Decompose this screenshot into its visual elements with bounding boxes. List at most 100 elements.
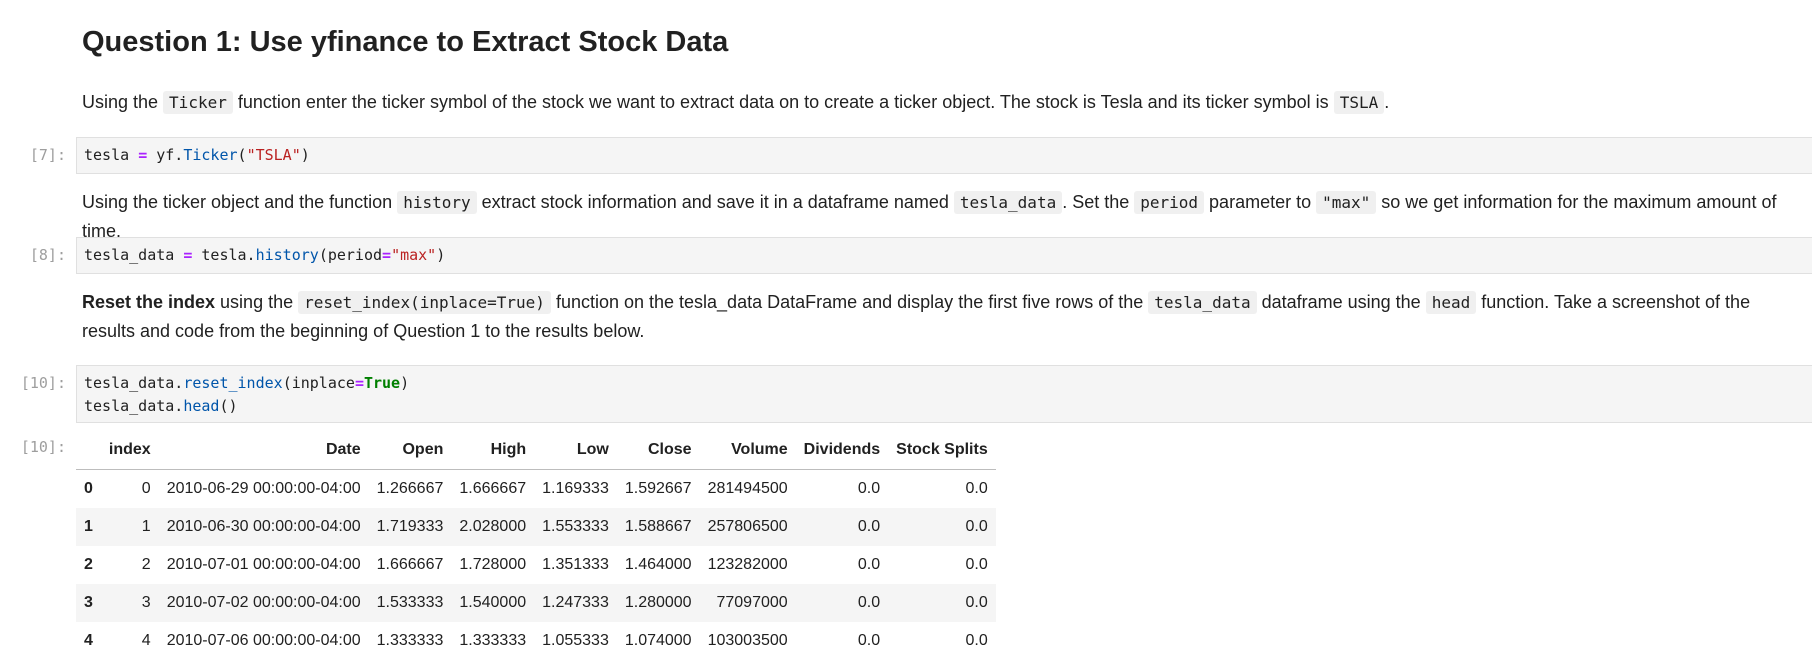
code-cell-reset-index[interactable]: tesla_data.reset_index(inplace=True) tes… [76, 365, 1812, 423]
code-token: tesla. [192, 246, 256, 264]
code-cell-history[interactable]: tesla_data = tesla.history(period="max") [76, 237, 1812, 274]
column-header: High [451, 430, 535, 470]
table-cell: 1.333333 [459, 632, 527, 649]
column-header: Close [616, 430, 700, 470]
markdown-cell-reset-instructions[interactable]: Reset the index using the reset_index(in… [82, 288, 1772, 345]
table-cell: 0.0 [965, 556, 988, 573]
inline-code: Ticker [163, 91, 233, 114]
table-cell: 0.0 [965, 480, 988, 497]
code-token: = [382, 246, 392, 264]
instruction-text: Using the [82, 92, 164, 112]
table-row: 2 2 2010-07-01 00:00:00-04:00 1.666667 1… [76, 546, 996, 584]
table-cell: 2010-07-01 00:00:00-04:00 [166, 556, 361, 573]
row-index: 1 [76, 508, 101, 546]
table-cell: 1.592667 [624, 480, 692, 497]
table-cell: 1.169333 [542, 480, 609, 497]
inline-code: "max" [1316, 191, 1377, 214]
table-header-row: index Date Open High Low Close Volume Di… [76, 430, 996, 470]
table-cell: 1.719333 [368, 508, 452, 546]
code-token: = [354, 374, 364, 392]
code-token: tesla_data. [84, 374, 184, 392]
table-row: 1 1 2010-06-30 00:00:00-04:00 1.719333 2… [76, 508, 996, 546]
table-cell: 2010-07-06 00:00:00-04:00 [166, 632, 361, 649]
inline-code: history [397, 191, 477, 214]
dataframe-output-table: index Date Open High Low Close Volume Di… [76, 430, 996, 660]
table-cell: 1.588667 [616, 508, 700, 546]
table-cell: 123282000 [707, 556, 788, 573]
execution-count-prompt: [8]: [29, 246, 66, 264]
code-token: yf. [147, 146, 184, 164]
table-cell: 1.055333 [542, 632, 609, 649]
inline-code: tesla_data [1148, 291, 1257, 314]
table-cell: 1.266667 [376, 480, 444, 497]
instruction-text: . Set the [1062, 192, 1135, 212]
inline-code: head [1425, 291, 1477, 314]
table-cell: 1.351333 [542, 556, 609, 573]
instruction-text: using the [215, 292, 299, 312]
table-cell: 0.0 [795, 584, 889, 622]
table-cell: 2.028000 [451, 508, 535, 546]
instruction-text: Using the ticker object and the function [82, 192, 398, 212]
instruction-text: function on the tesla_data DataFrame and… [550, 292, 1149, 312]
table-cell: 2 [141, 556, 151, 573]
code-token: "TSLA" [246, 146, 301, 164]
table-cell: 2010-06-29 00:00:00-04:00 [166, 480, 361, 497]
table-cell: 0.0 [857, 556, 881, 573]
table-cell: 0.0 [857, 632, 881, 649]
code-token: reset_index [183, 374, 283, 392]
execution-count-prompt: [10]: [20, 374, 66, 392]
code-cell-ticker[interactable]: tesla = yf.Ticker("TSLA") [76, 137, 1812, 174]
table-row: 4 4 2010-07-06 00:00:00-04:00 1.333333 1… [76, 622, 996, 660]
table-cell: 2010-06-30 00:00:00-04:00 [158, 508, 369, 546]
table-cell: 1.247333 [534, 584, 617, 622]
row-index: 0 [84, 480, 93, 497]
table-cell: 77097000 [699, 584, 796, 622]
code-token: head [183, 397, 220, 415]
output-prompt: [10]: [20, 438, 66, 456]
column-header: Stock Splits [888, 430, 996, 470]
inline-code: tesla_data [953, 191, 1063, 214]
inline-code: TSLA [1333, 91, 1385, 114]
code-token: ) [400, 374, 410, 392]
code-token: (inplace [282, 374, 355, 392]
table-cell: 1.464000 [624, 556, 692, 573]
table-cell: 0.0 [888, 584, 996, 622]
column-header: Date [158, 430, 369, 470]
table-cell: 2010-07-02 00:00:00-04:00 [158, 584, 369, 622]
code-token: ) [436, 246, 446, 264]
code-token: ( [237, 146, 247, 164]
section-heading: Question 1: Use yfinance to Extract Stoc… [82, 26, 729, 58]
code-token: tesla_data [84, 246, 184, 264]
code-token: () [219, 397, 238, 415]
code-token: Ticker [183, 146, 238, 164]
instruction-text: parameter to [1204, 192, 1317, 212]
table-cell: 1.533333 [368, 584, 452, 622]
column-header: Low [534, 430, 617, 470]
table-cell: 1.074000 [624, 632, 692, 649]
column-header: Open [368, 430, 452, 470]
table-cell: 1.280000 [616, 584, 700, 622]
inline-code: reset_index(inplace=True) [298, 291, 551, 314]
table-row: 3 3 2010-07-02 00:00:00-04:00 1.533333 1… [76, 584, 996, 622]
instruction-text: extract stock information and save it in… [476, 192, 954, 212]
table-cell: 3 [100, 584, 159, 622]
table-cell: 0 [141, 480, 151, 497]
table-cell: 1.666667 [459, 480, 527, 497]
table-cell: 0.0 [857, 480, 881, 497]
column-header [76, 430, 101, 470]
code-token: history [255, 246, 319, 264]
row-index: 2 [84, 556, 93, 573]
code-token: tesla [84, 146, 139, 164]
table-cell: 257806500 [699, 508, 796, 546]
table-cell: 281494500 [707, 480, 788, 497]
table-cell: 1.553333 [534, 508, 617, 546]
column-header: Volume [699, 430, 796, 470]
markdown-cell-ticker-instructions[interactable]: Using the Ticker function enter the tick… [82, 88, 1812, 117]
code-token: "max" [391, 246, 437, 264]
table-cell: 1.666667 [376, 556, 444, 573]
instruction-text: dataframe using the [1256, 292, 1426, 312]
code-token: ) [300, 146, 310, 164]
table-cell: 1.540000 [451, 584, 535, 622]
table-cell: 1 [100, 508, 159, 546]
table-cell: 1.728000 [459, 556, 527, 573]
